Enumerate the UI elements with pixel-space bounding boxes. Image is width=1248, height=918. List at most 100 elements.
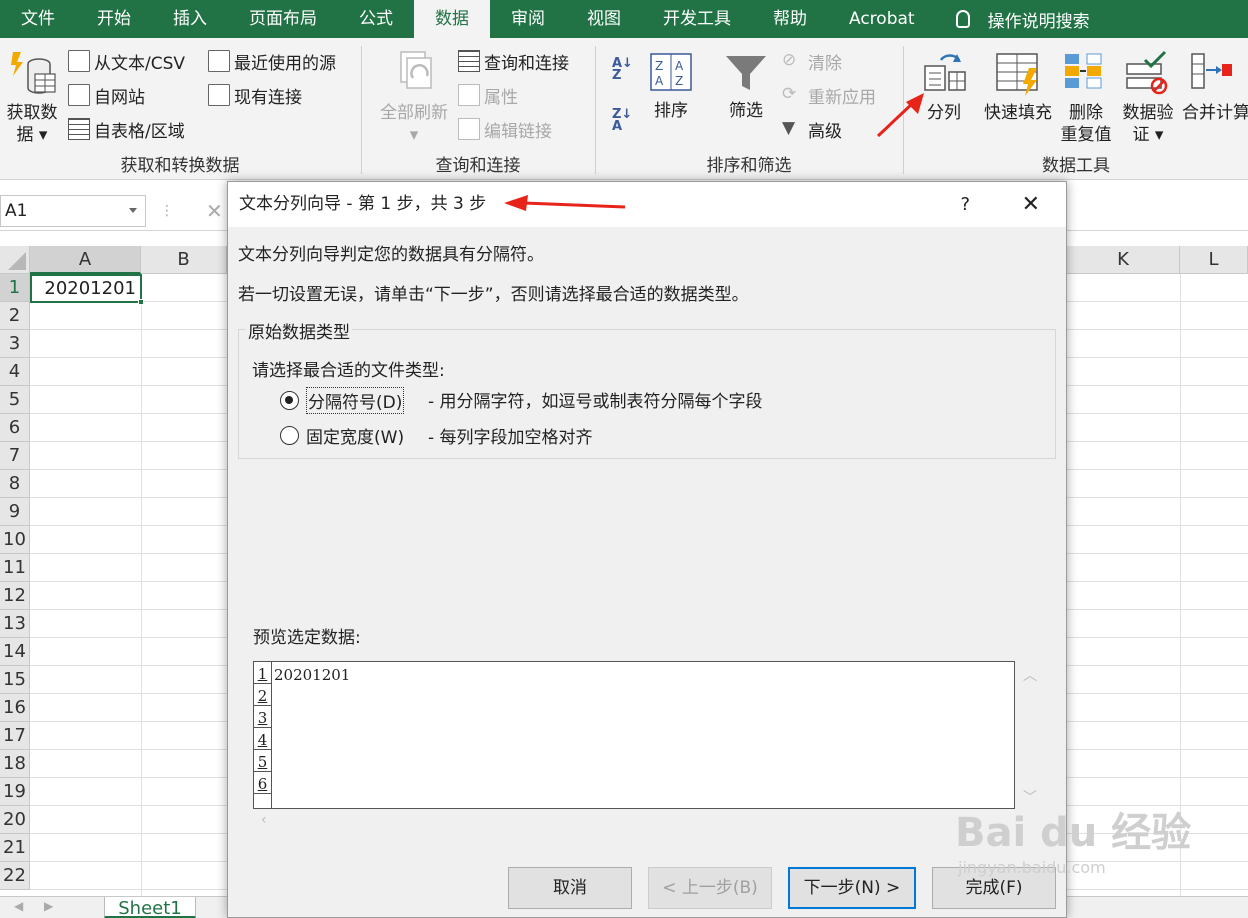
- cancel-entry-icon[interactable]: ✕: [206, 199, 223, 223]
- scroll-left-icon[interactable]: ◀: [14, 899, 23, 913]
- flash-fill-button[interactable]: 快速填充: [978, 50, 1058, 124]
- radio-delimited-label: 分隔符号(D): [306, 387, 405, 414]
- consolidate-button[interactable]: 合并计算: [1182, 50, 1248, 124]
- row-header[interactable]: 13: [0, 610, 30, 638]
- select-all-corner[interactable]: [0, 246, 30, 274]
- sort-za-button[interactable]: Z↓ A: [612, 106, 632, 136]
- get-data-button[interactable]: 获取数 据 ▾: [2, 48, 62, 146]
- scroll-up-icon[interactable]: ︿: [1023, 665, 1037, 685]
- row-header[interactable]: 17: [0, 722, 30, 750]
- tab-home[interactable]: 开始: [76, 0, 152, 38]
- row-header[interactable]: 15: [0, 666, 30, 694]
- radio-delimited-desc: - 用分隔字符，如逗号或制表符分隔每个字段: [428, 392, 763, 412]
- sort-az-button[interactable]: A↓ Z: [612, 56, 633, 88]
- preview-horizontal-scrollbar[interactable]: ‹: [253, 810, 1015, 832]
- next-button[interactable]: 下一步(N) >: [788, 867, 916, 909]
- back-button[interactable]: < 上一步(B): [648, 867, 772, 909]
- tell-me-search[interactable]: 操作说明搜索: [955, 7, 1090, 32]
- text-to-columns-dialog: 文本分列向导 - 第 1 步，共 3 步 ? ✕ 文本分列向导判定您的数据具有分…: [227, 181, 1067, 918]
- tab-acrobat[interactable]: Acrobat: [828, 0, 936, 38]
- corner-triangle-icon: [8, 252, 26, 270]
- help-button[interactable]: ?: [960, 182, 970, 227]
- sort-ascending-icon: A↓ Z: [612, 56, 633, 83]
- from-text-csv-label: 从文本/CSV: [94, 53, 186, 74]
- preview-vertical-scrollbar[interactable]: ︿ ﹀: [1015, 661, 1043, 809]
- row-header[interactable]: 18: [0, 750, 30, 778]
- row-header[interactable]: 4: [0, 358, 30, 386]
- tab-formulas[interactable]: 公式: [338, 0, 414, 38]
- reapply-button[interactable]: ⟳ 重新应用: [782, 80, 876, 110]
- filter-button[interactable]: 筛选: [716, 52, 776, 122]
- row-header[interactable]: 2: [0, 302, 30, 330]
- recent-sources-button[interactable]: 最近使用的源: [208, 46, 336, 76]
- radio-button[interactable]: [280, 426, 299, 445]
- row-header[interactable]: 7: [0, 442, 30, 470]
- fill-handle[interactable]: [138, 299, 144, 305]
- data-preview-box[interactable]: 1 2 3 4 5 6 20201201: [253, 661, 1015, 809]
- row-header[interactable]: 6: [0, 414, 30, 442]
- tab-help[interactable]: 帮助: [752, 0, 828, 38]
- close-icon[interactable]: ✕: [1022, 182, 1040, 227]
- radio-fixed-width[interactable]: 固定宽度(W): [280, 423, 404, 448]
- radio-delimited[interactable]: 分隔符号(D): [280, 387, 405, 414]
- column-header-a[interactable]: A: [30, 246, 141, 274]
- existing-connections-button[interactable]: 现有连接: [208, 80, 302, 110]
- radio-button-selected[interactable]: [280, 391, 299, 410]
- row-header[interactable]: 14: [0, 638, 30, 666]
- tab-developer[interactable]: 开发工具: [642, 0, 752, 38]
- scroll-right-icon[interactable]: ▶: [44, 899, 53, 913]
- cancel-button[interactable]: 取消: [508, 867, 632, 909]
- group-label-queries: 查询和连接: [435, 156, 521, 176]
- text-file-icon: [68, 50, 90, 72]
- row-header[interactable]: 3: [0, 330, 30, 358]
- grid-line: [141, 274, 142, 896]
- row-header[interactable]: 10: [0, 526, 30, 554]
- row-header[interactable]: 8: [0, 470, 30, 498]
- reapply-icon: ⟳: [782, 84, 797, 104]
- row-header[interactable]: 11: [0, 554, 30, 582]
- remove-duplicates-button[interactable]: 删除 重复值: [1058, 50, 1114, 146]
- row-header[interactable]: 21: [0, 834, 30, 862]
- row-header[interactable]: 16: [0, 694, 30, 722]
- column-header-l[interactable]: L: [1180, 246, 1248, 274]
- row-header[interactable]: 12: [0, 582, 30, 610]
- tab-insert[interactable]: 插入: [152, 0, 228, 38]
- row-header[interactable]: 5: [0, 386, 30, 414]
- column-header-b[interactable]: B: [141, 246, 227, 274]
- row-header[interactable]: 19: [0, 778, 30, 806]
- tab-file[interactable]: 文件: [0, 0, 76, 38]
- data-validation-button[interactable]: 数据验 证 ▾: [1118, 50, 1178, 146]
- text-to-columns-button[interactable]: 分列: [914, 50, 974, 124]
- tab-data[interactable]: 数据: [414, 0, 490, 38]
- cell-a1[interactable]: 20201201: [30, 274, 144, 305]
- clear-filter-button[interactable]: ⊘ 清除: [782, 46, 842, 76]
- sheet-tab-sheet1[interactable]: Sheet1: [104, 897, 196, 918]
- column-header-k[interactable]: K: [1067, 246, 1180, 274]
- queries-pane-icon: [458, 50, 480, 72]
- group-get-transform: 获取数 据 ▾ 从文本/CSV 自网站 自表格/区域 最近使用的源 现有连接 获…: [0, 38, 360, 180]
- properties-button[interactable]: 属性: [458, 80, 518, 110]
- from-table-button[interactable]: 自表格/区域: [68, 114, 185, 144]
- group-data-tools: 分列 快速填充 删除 重复值 数据验 证 ▾ 合并计算 数据工具: [904, 38, 1248, 180]
- group-queries: 全部刷新 ▾ 查询和连接 属性 编辑链接 查询和连接: [362, 38, 594, 180]
- name-box[interactable]: A1: [0, 195, 146, 227]
- baidu-watermark: Bai du 经验: [955, 810, 1192, 856]
- row-header[interactable]: 22: [0, 862, 30, 890]
- queries-connections-button[interactable]: 查询和连接: [458, 46, 569, 76]
- row-header[interactable]: 20: [0, 806, 30, 834]
- sort-label: 排序: [654, 101, 688, 121]
- sort-button[interactable]: Z A A Z 排序: [646, 52, 696, 122]
- tab-view[interactable]: 视图: [566, 0, 642, 38]
- consolidate-label: 合并计算: [1182, 103, 1248, 123]
- from-web-button[interactable]: 自网站: [68, 80, 145, 110]
- edit-links-button[interactable]: 编辑链接: [458, 114, 552, 144]
- advanced-filter-button[interactable]: ▼ 高级: [782, 114, 842, 144]
- row-header[interactable]: 1: [0, 274, 30, 302]
- refresh-all-button[interactable]: 全部刷新 ▾: [374, 48, 454, 146]
- row-header[interactable]: 9: [0, 498, 30, 526]
- preview-row-number: 1: [254, 662, 272, 684]
- tab-review[interactable]: 审阅: [490, 0, 566, 38]
- tab-page-layout[interactable]: 页面布局: [228, 0, 338, 38]
- from-text-csv-button[interactable]: 从文本/CSV: [68, 46, 185, 76]
- scroll-left-icon[interactable]: ‹: [261, 812, 267, 828]
